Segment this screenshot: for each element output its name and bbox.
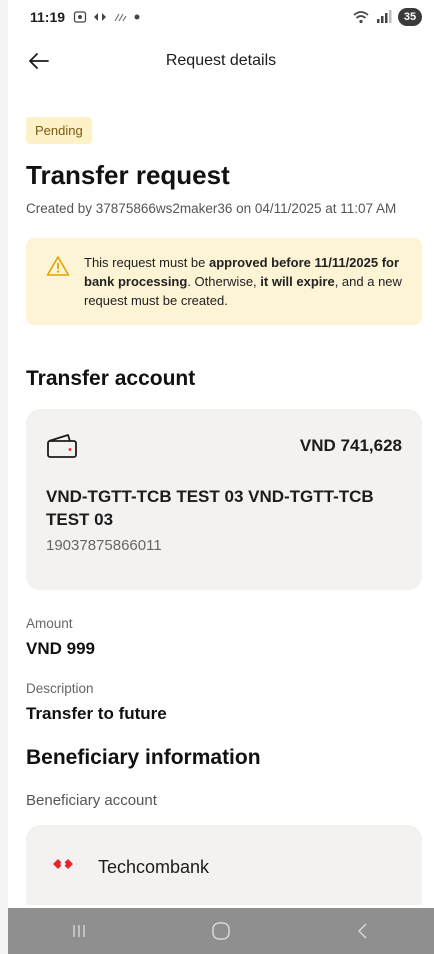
system-back-button[interactable] [343, 911, 383, 951]
status-bar: 11:19 35 [8, 0, 434, 34]
transfer-account-heading: Transfer account [26, 367, 196, 390]
description-value: Transfer to future [26, 704, 167, 723]
home-button[interactable] [201, 911, 241, 951]
created-info: Created by 37875866ws2maker36 on 04/11/2… [26, 201, 397, 216]
warning-triangle-icon [46, 256, 70, 276]
beneficiary-heading: Beneficiary information [26, 746, 261, 769]
account-card-top: VND 741,628 [46, 433, 402, 459]
techcombank-logo [53, 859, 73, 869]
recent-apps-icon [73, 925, 85, 937]
amount-label: Amount [26, 616, 73, 631]
transfer-account-card: VND 741,628 VND-TGTT-TCB TEST 03 VND-TGT… [26, 409, 422, 590]
status-badge: Pending [26, 117, 92, 144]
chevron-left-icon [357, 923, 367, 939]
status-time: 11:19 [30, 9, 66, 25]
main-content: Pending Transfer request Created by 3787… [26, 117, 422, 905]
wallet-icon [47, 434, 77, 458]
app-header: Request details [8, 36, 434, 86]
page-header-title: Request details [165, 52, 277, 69]
wifi-icon [353, 11, 369, 24]
account-balance: VND 741,628 [299, 436, 402, 455]
notification-icons [73, 10, 141, 24]
screenshot-icon [73, 11, 87, 23]
cellular-signal-icon [377, 10, 392, 23]
back-button[interactable] [24, 46, 54, 76]
description-label: Description [26, 681, 94, 696]
warning-bold-expire: it will expire [260, 274, 335, 289]
status-bar-right: 35 [352, 8, 422, 26]
link-icon [94, 13, 107, 21]
account-number: 19037875866011 [46, 537, 162, 554]
page-title: Transfer request [26, 160, 230, 190]
signal-glyph-icon [114, 13, 127, 22]
warning-text-2: . Otherwise, [187, 274, 261, 289]
screen: 11:19 35 Request details Pending Transfe… [8, 0, 434, 954]
beneficiary-account-label: Beneficiary account [26, 792, 157, 809]
warning-text-1: This request must be [84, 255, 209, 270]
bank-name: Techcombank [98, 857, 210, 877]
status-bar-left: 11:19 [30, 9, 141, 25]
system-navigation-bar [8, 908, 434, 954]
amount-value: VND 999 [26, 639, 95, 658]
beneficiary-bank-card: Techcombank [26, 825, 422, 905]
home-icon [212, 922, 230, 940]
expiry-warning-banner: This request must be approved before 11/… [26, 238, 422, 325]
account-name: VND-TGTT-TCB TEST 03 VND-TGTT-TCB TEST 0… [46, 487, 374, 529]
arrow-left-icon [29, 53, 49, 69]
recent-apps-button[interactable] [59, 911, 99, 951]
dot-icon [134, 14, 140, 20]
battery-indicator: 35 [398, 8, 422, 26]
